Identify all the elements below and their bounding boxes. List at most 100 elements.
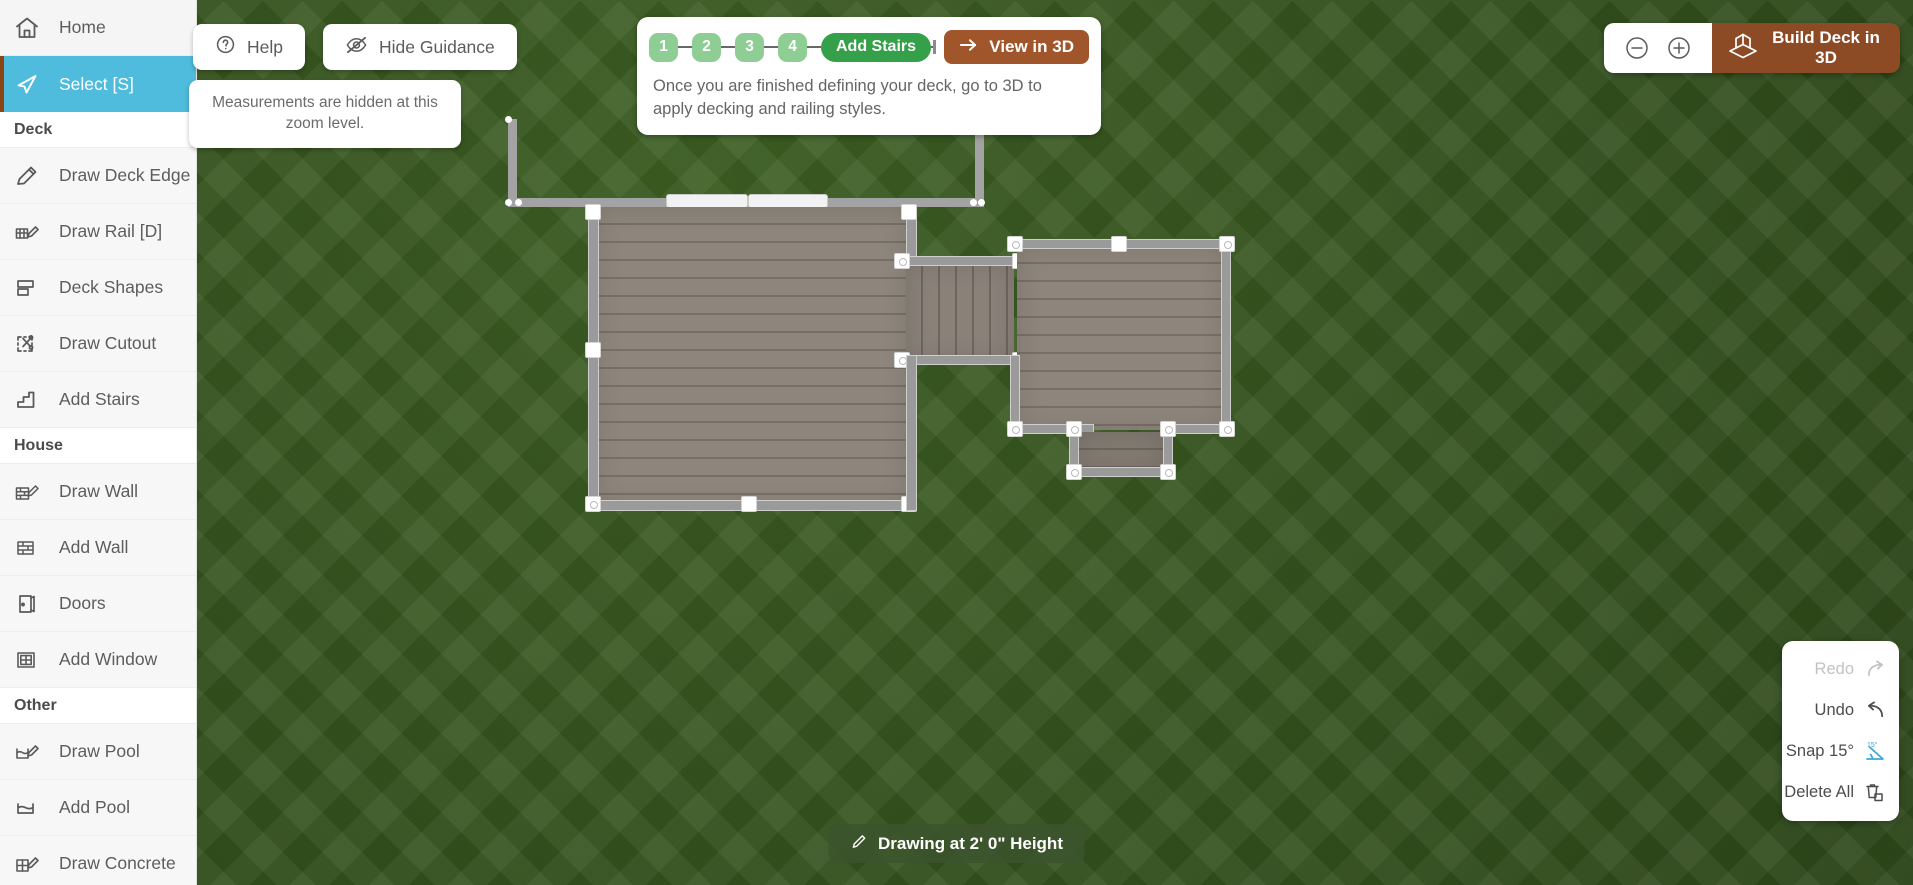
wall-vertex[interactable] [970, 199, 977, 206]
delete-all-label: Delete All [1784, 783, 1854, 801]
undo-arrow-icon [1864, 700, 1886, 722]
hide-guidance-button[interactable]: Hide Guidance [323, 24, 517, 70]
link-rail-vertical[interactable] [906, 355, 917, 511]
sidebar-group-other: Other [0, 688, 196, 724]
help-button-row: Help Hide Guidance [193, 24, 517, 70]
sidebar-item-label: Draw Pool [59, 741, 140, 761]
sidebar-item-label: Draw Concrete [59, 853, 176, 873]
undo-button[interactable]: Undo [1782, 690, 1899, 731]
sliding-door[interactable] [666, 194, 748, 208]
right-deck-rail-right[interactable] [1221, 239, 1231, 433]
sidebar-item-draw-pool[interactable]: Draw Pool [0, 724, 196, 780]
sidebar-item-draw-cutout[interactable]: Draw Cutout [0, 316, 196, 372]
wall-vertex[interactable] [515, 199, 522, 206]
sidebar-item-label: Add Window [59, 649, 158, 669]
sidebar-item-draw-wall[interactable]: Draw Wall [0, 464, 196, 520]
plus-circle-icon[interactable] [1666, 35, 1692, 61]
sidebar-item-add-stairs[interactable]: Add Stairs [0, 372, 196, 428]
right-deck-post-midpoint[interactable] [1111, 236, 1127, 252]
help-label: Help [247, 36, 283, 57]
bumpout-post[interactable] [1066, 464, 1082, 480]
deck-surface-connector[interactable] [906, 263, 1014, 361]
deck-post-midpoint[interactable] [741, 496, 757, 512]
step-connector [721, 46, 735, 48]
deck-surface-bumpout[interactable] [1077, 432, 1165, 472]
bumpout-post[interactable] [1160, 464, 1176, 480]
deck-post[interactable] [901, 204, 917, 220]
sidebar-item-add-wall[interactable]: Add Wall [0, 520, 196, 576]
right-deck-post[interactable] [1219, 421, 1235, 437]
sidebar-item-label: Draw Wall [59, 481, 139, 501]
house-3d-icon [1726, 30, 1760, 66]
snap-15-button[interactable]: Snap 15° 15° [1782, 731, 1899, 772]
sidebar-item-draw-concrete[interactable]: Draw Concrete [0, 836, 196, 885]
drawing-height-label: Drawing at 2' 0" Height [878, 833, 1063, 853]
concrete-pencil-icon [14, 849, 48, 879]
sidebar-item-doors[interactable]: Doors [0, 576, 196, 632]
bumpout-post[interactable] [1160, 421, 1176, 437]
door-icon [14, 589, 48, 619]
view-in-3d-button[interactable]: View in 3D [944, 30, 1089, 64]
undo-label: Undo [1814, 701, 1854, 719]
top-right-controls: Build Deck in 3D [1604, 23, 1900, 73]
stairs-icon [14, 385, 48, 415]
current-step-add-stairs[interactable]: Add Stairs [821, 32, 932, 62]
sidebar-item-home[interactable]: Home [0, 0, 196, 56]
sidebar-item-label: Doors [59, 593, 106, 613]
cursor-arrow-icon [14, 69, 48, 99]
rail-pencil-icon [14, 217, 48, 247]
step-progress: 1 2 3 4 Add Stairs View in 3D [637, 29, 1101, 65]
house-wall-left [508, 119, 517, 207]
redo-button[interactable]: Redo [1782, 649, 1899, 690]
sidebar-item-label: Select [S] [59, 73, 134, 94]
redo-label: Redo [1814, 660, 1854, 678]
sidebar-item-deck-shapes[interactable]: Deck Shapes [0, 260, 196, 316]
zoom-controls [1604, 23, 1712, 73]
guidance-panel: 1 2 3 4 Add Stairs View in 3D Once you a… [637, 17, 1101, 135]
wall-vertex[interactable] [505, 116, 512, 123]
shapes-icon [14, 273, 48, 303]
connector-rail-top[interactable] [897, 256, 1023, 266]
sidebar-item-add-pool[interactable]: Add Pool [0, 780, 196, 836]
sidebar-item-add-window[interactable]: Add Window [0, 632, 196, 688]
step-connector [764, 46, 778, 48]
scissors-dashed-icon [14, 329, 48, 359]
minus-circle-icon[interactable] [1624, 35, 1650, 61]
pool-icon [14, 793, 48, 823]
sidebar-item-label: Add Wall [59, 537, 129, 557]
right-deck-post[interactable] [1007, 236, 1023, 252]
step-1[interactable]: 1 [649, 32, 678, 62]
snap-angle-icon: 15° [1864, 741, 1886, 763]
sidebar-item-select[interactable]: Select [S] [0, 56, 196, 112]
right-deck-post[interactable] [1219, 236, 1235, 252]
build-deck-in-3d-button[interactable]: Build Deck in 3D [1712, 23, 1900, 73]
step-4[interactable]: 4 [778, 32, 807, 62]
snap-label: Snap 15° [1785, 742, 1854, 760]
deck-post[interactable] [585, 496, 601, 512]
wall-vertex[interactable] [978, 199, 985, 206]
bumpout-post[interactable] [1066, 421, 1082, 437]
step-connector [678, 46, 692, 48]
redo-arrow-icon [1864, 659, 1886, 681]
deck-surface-right[interactable] [1017, 246, 1225, 430]
right-deck-post[interactable] [1007, 421, 1023, 437]
step-3[interactable]: 3 [735, 32, 764, 62]
step-2[interactable]: 2 [692, 32, 721, 62]
deck-post-midpoint[interactable] [585, 342, 601, 358]
history-tools-panel: Redo Undo Snap 15° 15° Delete All [1782, 641, 1899, 821]
sidebar-item-draw-rail[interactable]: Draw Rail [D] [0, 204, 196, 260]
help-button[interactable]: Help [193, 24, 305, 70]
deck-surface-main[interactable] [596, 207, 909, 507]
question-circle-icon [215, 34, 236, 60]
pencil-icon [14, 161, 48, 191]
deck-designer-app: Home Select [S] Deck Draw Deck Edge Draw… [0, 0, 1913, 885]
delete-all-button[interactable]: Delete All [1782, 772, 1899, 813]
sliding-door[interactable] [748, 194, 828, 208]
deck-post[interactable] [585, 204, 601, 220]
connector-post[interactable] [894, 253, 910, 269]
bumpout-rail-bottom[interactable] [1069, 467, 1173, 477]
deck-rail-left[interactable] [588, 207, 599, 510]
drawing-height-chip[interactable]: Drawing at 2' 0" Height [828, 824, 1085, 863]
sidebar-item-draw-deck-edge[interactable]: Draw Deck Edge [0, 148, 196, 204]
wall-vertex[interactable] [505, 199, 512, 206]
